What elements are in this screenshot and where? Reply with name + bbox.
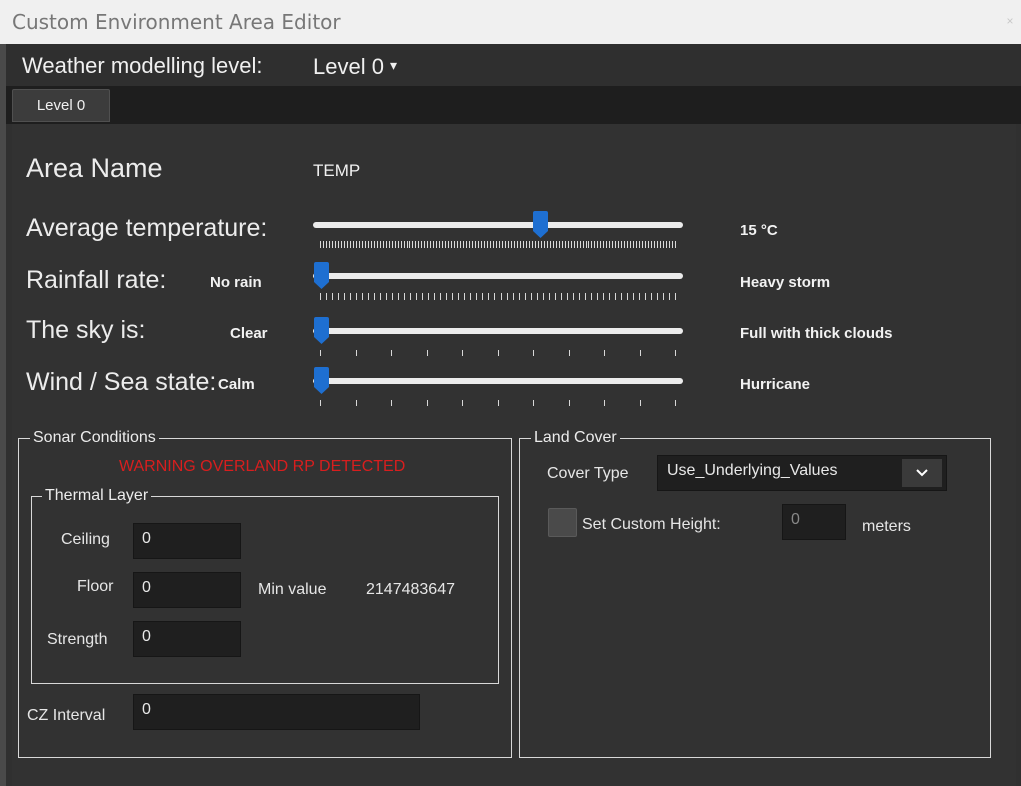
close-icon[interactable]: ×: [1001, 8, 1019, 34]
wind-slider-ticks: [320, 400, 676, 406]
rainfall-min-label: No rain: [210, 274, 262, 291]
title-bar: Custom Environment Area Editor ×: [0, 0, 1021, 45]
sky-slider-ticks: [320, 350, 676, 356]
sky-label: The sky is:: [26, 316, 146, 344]
rainfall-slider-track[interactable]: [313, 273, 683, 279]
temperature-label: Average temperature:: [26, 214, 268, 242]
overland-warning: WARNING OVERLAND RP DETECTED: [119, 458, 406, 475]
sky-slider-track[interactable]: [313, 328, 683, 334]
cover-type-label: Cover Type: [547, 465, 629, 482]
custom-height-checkbox[interactable]: [548, 508, 577, 537]
temperature-slider-track[interactable]: [313, 222, 683, 228]
temperature-value: 15 °C: [740, 222, 778, 239]
cz-interval-label: CZ Interval: [27, 707, 106, 724]
weather-level-label: Weather modelling level:: [22, 53, 263, 78]
chevron-down-icon: [916, 469, 928, 477]
rainfall-slider-thumb[interactable]: [313, 262, 330, 290]
area-name-value: TEMP: [313, 161, 361, 180]
cover-type-select[interactable]: Use_Underlying_Values: [657, 455, 947, 491]
tab-level-0[interactable]: Level 0: [12, 89, 110, 122]
ceiling-input[interactable]: 0: [133, 523, 241, 559]
ceiling-label: Ceiling: [61, 531, 110, 548]
custom-height-unit: meters: [862, 518, 911, 535]
min-value-number: 2147483647: [366, 581, 455, 598]
cz-interval-input[interactable]: 0: [133, 694, 420, 730]
land-cover-title: Land Cover: [531, 429, 620, 447]
rainfall-label: Rainfall rate:: [26, 266, 167, 294]
floor-input[interactable]: 0: [133, 572, 241, 608]
weather-level-bar: Weather modelling level: Level 0 ▾: [6, 44, 1021, 86]
wind-max-label: Hurricane: [740, 376, 811, 393]
custom-height-input[interactable]: 0: [782, 504, 846, 540]
weather-level-value: Level 0: [313, 54, 384, 79]
wind-min-label: Calm: [218, 376, 255, 393]
strength-label: Strength: [47, 631, 108, 648]
min-value-label: Min value: [258, 581, 327, 598]
wind-slider-thumb[interactable]: [313, 367, 330, 395]
rainfall-max-label: Heavy storm: [740, 274, 831, 291]
temperature-slider-thumb[interactable]: [532, 211, 549, 239]
rainfall-slider-ticks: [320, 293, 676, 300]
sonar-conditions-title: Sonar Conditions: [30, 429, 159, 447]
weather-level-dropdown[interactable]: Level 0 ▾: [313, 54, 397, 80]
wind-label: Wind / Sea state:: [26, 368, 217, 396]
strength-input[interactable]: 0: [133, 621, 241, 657]
temperature-slider-ticks: [320, 241, 676, 248]
caret-down-icon: ▾: [389, 57, 397, 73]
cover-type-dropdown-button[interactable]: [902, 459, 942, 487]
thermal-layer-title: Thermal Layer: [42, 487, 152, 505]
window-title: Custom Environment Area Editor: [12, 10, 341, 34]
floor-label: Floor: [77, 578, 114, 595]
custom-height-label: Set Custom Height:: [582, 516, 721, 533]
sky-max-label: Full with thick clouds: [740, 325, 893, 342]
sky-slider-thumb[interactable]: [313, 317, 330, 345]
cover-type-value: Use_Underlying_Values: [667, 462, 838, 479]
tab-strip: [6, 86, 1021, 124]
sky-min-label: Clear: [230, 325, 268, 342]
area-name-label: Area Name: [26, 153, 163, 183]
wind-slider-track[interactable]: [313, 378, 683, 384]
